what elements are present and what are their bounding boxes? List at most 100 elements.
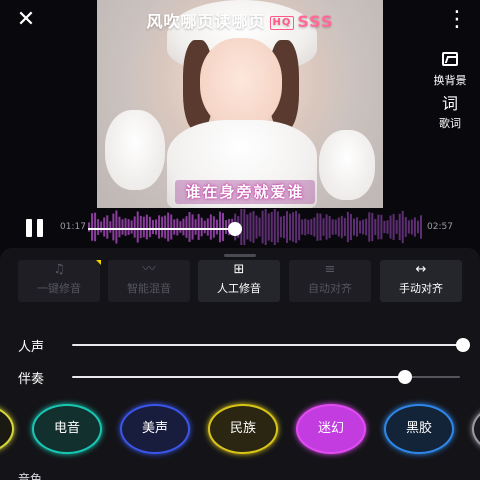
waveform-bar bbox=[282, 215, 285, 239]
waveform-bar bbox=[215, 219, 218, 235]
waveform-bar bbox=[365, 218, 368, 236]
waveform-bar bbox=[155, 219, 158, 235]
waveform-bar bbox=[356, 217, 359, 237]
waveform-bar bbox=[340, 215, 343, 239]
waveform[interactable] bbox=[88, 209, 422, 245]
waveform-bar bbox=[322, 218, 325, 236]
waveform-bar bbox=[167, 212, 170, 242]
waveform-bar bbox=[383, 220, 386, 234]
waveform-bar bbox=[325, 214, 328, 240]
waveform-bar bbox=[307, 219, 310, 235]
mode-tab-manual-tune[interactable]: ⊞ 人工修音 bbox=[198, 260, 280, 302]
waveform-bar bbox=[243, 209, 246, 245]
waveform-bar bbox=[310, 219, 313, 235]
waveform-icon: 〰 bbox=[142, 262, 156, 277]
waveform-bar bbox=[124, 218, 127, 236]
accompaniment-slider-rest[interactable] bbox=[405, 376, 460, 378]
waveform-bar bbox=[343, 217, 346, 237]
waveform-bar bbox=[352, 218, 355, 236]
waveform-bar bbox=[292, 212, 295, 242]
waveform-bar bbox=[255, 215, 258, 239]
effect-bel-canto[interactable]: 美声 bbox=[120, 404, 190, 454]
image-icon bbox=[430, 52, 470, 70]
vocal-slider-track[interactable] bbox=[72, 344, 464, 346]
waveform-bar bbox=[252, 211, 255, 243]
waveform-bar bbox=[100, 221, 103, 233]
top-bar: ✕ ⋮ bbox=[0, 0, 480, 40]
waveform-bar bbox=[97, 219, 100, 235]
waveform-bar bbox=[289, 213, 292, 241]
effect-electronic[interactable]: 电音 bbox=[32, 404, 102, 454]
waveform-bar bbox=[386, 220, 389, 234]
waveform-bar bbox=[246, 214, 249, 240]
vocal-slider-knob[interactable] bbox=[456, 338, 470, 352]
vocal-label: 人声 bbox=[18, 340, 45, 355]
waveform-bar bbox=[191, 214, 194, 240]
waveform-bar bbox=[285, 211, 288, 243]
pause-icon[interactable] bbox=[25, 219, 45, 237]
panel-grabber[interactable] bbox=[224, 254, 256, 257]
lyric-line: 谁在身旁就爱谁 bbox=[175, 180, 315, 204]
waveform-bar bbox=[316, 213, 319, 241]
lyrics-button[interactable]: 词 歌词 bbox=[430, 95, 470, 131]
waveform-bar bbox=[148, 216, 151, 238]
waveform-bar bbox=[103, 217, 106, 237]
waveform-bar bbox=[127, 219, 130, 235]
waveform-bar bbox=[145, 214, 148, 240]
waveform-bar bbox=[206, 218, 209, 236]
waveform-bar bbox=[130, 220, 133, 234]
waveform-bar bbox=[410, 219, 413, 235]
waveform-bar bbox=[222, 212, 225, 242]
mode-label: 智能混音 bbox=[127, 282, 171, 295]
waveform-bar bbox=[416, 220, 419, 234]
waveform-bar bbox=[212, 216, 215, 238]
waveform-bar bbox=[115, 210, 118, 244]
mode-tab-smart-mix[interactable]: 〰 智能混音 bbox=[108, 260, 190, 302]
waveform-bar bbox=[380, 214, 383, 240]
accompaniment-slider-track[interactable] bbox=[72, 376, 406, 378]
waveform-bar bbox=[359, 220, 362, 234]
waveform-bar bbox=[142, 216, 145, 238]
progress-knob[interactable] bbox=[227, 222, 242, 236]
waveform-bar bbox=[197, 214, 200, 240]
change-background-button[interactable]: 换背景 bbox=[430, 52, 470, 88]
mode-label: 人工修音 bbox=[217, 282, 261, 295]
progress-bar[interactable] bbox=[88, 228, 235, 230]
total-time: 02:57 bbox=[427, 222, 453, 232]
waveform-bar bbox=[404, 217, 407, 237]
effect-vinyl[interactable]: 黑胶 bbox=[384, 404, 454, 454]
waveform-bar bbox=[121, 219, 124, 235]
waveform-bar bbox=[225, 220, 228, 234]
waveform-bar bbox=[158, 215, 161, 239]
mode-tab-manual-align[interactable]: ↔ 手动对齐 bbox=[380, 260, 462, 302]
mode-tab-one-click-tune[interactable]: ♫ 一键修音 bbox=[18, 260, 100, 302]
waveform-bar bbox=[313, 217, 316, 237]
waveform-bar bbox=[176, 218, 179, 236]
effect-folk[interactable]: 民族 bbox=[208, 404, 278, 454]
waveform-bar bbox=[94, 212, 97, 242]
waveform-bar bbox=[106, 215, 109, 239]
lyrics-label: 歌词 bbox=[439, 117, 461, 130]
lyrics-icon: 词 bbox=[441, 94, 458, 113]
effect-psychedelic[interactable]: 迷幻 bbox=[296, 404, 366, 454]
waveform-bar bbox=[91, 213, 94, 241]
waveform-bar bbox=[182, 218, 185, 236]
waveform-bar bbox=[279, 216, 282, 238]
waveform-bar bbox=[301, 219, 304, 235]
waveform-bar bbox=[112, 213, 115, 241]
waveform-bar bbox=[371, 212, 374, 242]
waveform-bar bbox=[151, 219, 154, 235]
waveform-bar bbox=[276, 211, 279, 243]
tune-icon: ⊞ bbox=[233, 262, 245, 277]
mode-tab-auto-align[interactable]: ≡ 自动对齐 bbox=[289, 260, 371, 302]
more-vertical-icon[interactable]: ⋮ bbox=[446, 8, 468, 32]
waveform-bar bbox=[362, 219, 365, 235]
waveform-bar bbox=[273, 209, 276, 245]
waveform-bar bbox=[161, 216, 164, 238]
preview-mitten-right bbox=[319, 130, 375, 200]
waveform-bar bbox=[295, 210, 298, 244]
close-icon[interactable]: ✕ bbox=[14, 8, 38, 32]
waveform-bar bbox=[218, 211, 221, 243]
new-badge bbox=[96, 260, 101, 265]
waveform-bar bbox=[133, 216, 136, 238]
